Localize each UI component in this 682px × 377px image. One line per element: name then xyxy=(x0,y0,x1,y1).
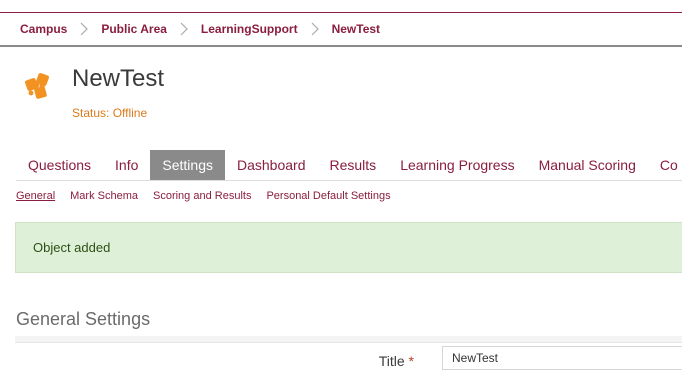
tab-truncated[interactable]: Co xyxy=(648,150,682,180)
subtab-scoring-and-results[interactable]: Scoring and Results xyxy=(153,190,251,202)
success-alert: Object added xyxy=(15,222,682,273)
subtab-mark-schema[interactable]: Mark Schema xyxy=(70,190,138,202)
tab-questions[interactable]: Questions xyxy=(16,150,103,180)
section-title: General Settings xyxy=(16,309,151,329)
title-label: Title * xyxy=(378,353,414,369)
subtab-personal-default-settings[interactable]: Personal Default Settings xyxy=(266,190,390,202)
breadcrumb-campus[interactable]: Campus xyxy=(20,22,67,36)
tab-dashboard[interactable]: Dashboard xyxy=(225,150,318,180)
tab-info[interactable]: Info xyxy=(103,150,150,180)
chevron-right-icon xyxy=(77,22,91,36)
required-marker: * xyxy=(408,353,414,369)
breadcrumb-public-area[interactable]: Public Area xyxy=(101,22,167,36)
title-input[interactable] xyxy=(442,346,682,370)
status-text: Status: Offline xyxy=(72,106,148,120)
chevron-right-icon xyxy=(308,22,322,36)
alert-message: Object added xyxy=(33,240,111,255)
tab-learning-progress[interactable]: Learning Progress xyxy=(388,150,526,180)
breadcrumb: Campus Public Area LearningSupport NewTe… xyxy=(0,13,682,47)
tab-manual-scoring[interactable]: Manual Scoring xyxy=(527,150,648,180)
form-row-title: Title * xyxy=(15,342,682,377)
puzzle-icon xyxy=(22,70,54,102)
tab-settings[interactable]: Settings xyxy=(150,150,225,180)
breadcrumb-newtest[interactable]: NewTest xyxy=(332,22,380,36)
tab-results[interactable]: Results xyxy=(318,150,389,180)
sub-tabs: General Mark Schema Scoring and Results … xyxy=(16,180,682,211)
chevron-right-icon xyxy=(177,22,191,36)
breadcrumb-learningsupport[interactable]: LearningSupport xyxy=(201,22,298,36)
page-title: NewTest xyxy=(72,65,165,92)
main-tabs: Questions Info Settings Dashboard Result… xyxy=(16,150,682,180)
subtab-general[interactable]: General xyxy=(16,190,55,202)
